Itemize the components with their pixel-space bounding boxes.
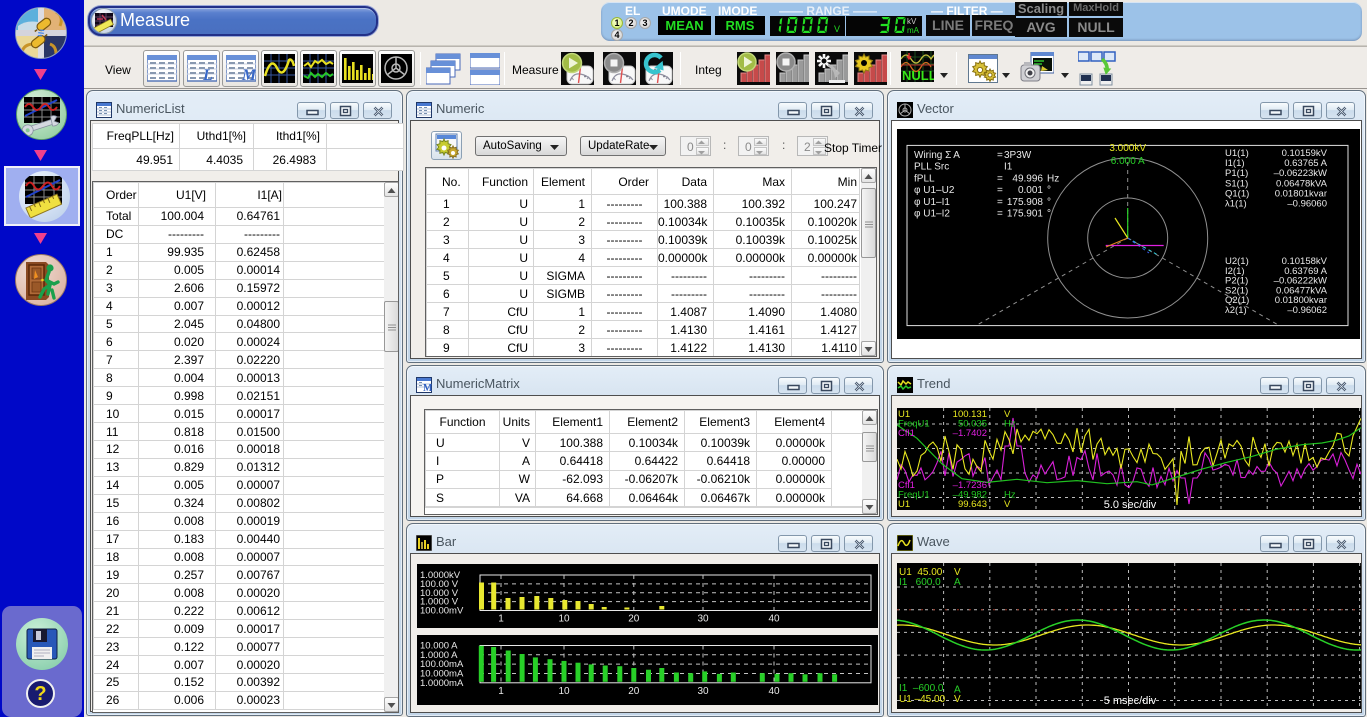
svg-text:=: = (997, 150, 1003, 161)
svg-text:Cfl1: Cfl1 (898, 428, 915, 439)
svg-text:°: ° (1047, 209, 1051, 220)
svg-text:I1: I1 (1004, 162, 1013, 173)
svg-text:°: ° (1047, 185, 1051, 196)
svg-text:–1.7402: –1.7402 (953, 428, 987, 439)
svg-text:φ U1–I2: φ U1–I2 (914, 209, 950, 220)
svg-text:5.0 sec/div: 5.0 sec/div (1104, 499, 1157, 510)
svg-text:I1 –600.0: I1 –600.0 (899, 683, 944, 694)
svg-text:99.643: 99.643 (958, 499, 987, 510)
svg-text:λ2(1): λ2(1) (1225, 305, 1247, 316)
svg-text:U1 –45.00: U1 –45.00 (899, 694, 946, 705)
svg-text:20: 20 (628, 686, 640, 697)
svg-text:1: 1 (498, 686, 504, 697)
svg-text:40: 40 (768, 686, 780, 697)
svg-text:=: = (997, 173, 1003, 184)
svg-text:30: 30 (697, 686, 709, 697)
svg-text:V: V (1004, 499, 1011, 510)
svg-text:φ U1–I1: φ U1–I1 (914, 197, 950, 208)
svg-text:M: M (241, 67, 256, 82)
svg-text:φ U1–U2: φ U1–U2 (914, 185, 955, 196)
svg-text:0.001: 0.001 (1018, 185, 1043, 196)
svg-text:40: 40 (768, 614, 780, 625)
svg-text:10: 10 (558, 686, 570, 697)
svg-text:30: 30 (697, 614, 709, 625)
svg-text:6.000 A: 6.000 A (1111, 156, 1145, 167)
svg-text:V: V (954, 694, 961, 705)
svg-text:=: = (997, 197, 1003, 208)
svg-text:Hz: Hz (1047, 173, 1059, 184)
svg-text:fPLL: fPLL (914, 173, 935, 184)
svg-text:175.908: 175.908 (1007, 197, 1044, 208)
svg-text:λ1(1): λ1(1) (1225, 199, 1247, 210)
svg-text:100.00mV: 100.00mV (420, 606, 464, 617)
svg-text:°: ° (1047, 197, 1051, 208)
svg-text:–0.96060: –0.96060 (1287, 199, 1327, 210)
svg-text:–0.96062: –0.96062 (1287, 305, 1327, 316)
svg-text:Hz: Hz (1004, 419, 1016, 430)
svg-text:20: 20 (628, 614, 640, 625)
svg-text:1.0000mA: 1.0000mA (420, 678, 464, 689)
svg-text:49.996: 49.996 (1012, 173, 1043, 184)
svg-text:3.000kV: 3.000kV (1109, 143, 1146, 154)
svg-text:M: M (423, 383, 432, 393)
svg-text:10: 10 (558, 614, 570, 625)
svg-text:U1: U1 (898, 499, 910, 510)
svg-text:Wiring Σ A: Wiring Σ A (914, 150, 960, 161)
svg-text:I1 600.0: I1 600.0 (899, 577, 941, 588)
svg-text:L: L (202, 67, 213, 82)
svg-text:5 msec/div: 5 msec/div (1104, 695, 1157, 707)
svg-text:3P3W: 3P3W (1004, 150, 1032, 161)
svg-text:175.901: 175.901 (1007, 209, 1044, 220)
svg-text:=: = (997, 209, 1003, 220)
svg-text:A: A (954, 577, 961, 588)
svg-text:1: 1 (498, 614, 504, 625)
svg-text:PLL Src: PLL Src (914, 162, 949, 173)
svg-text:=: = (997, 185, 1003, 196)
svg-text:NULL: NULL (902, 68, 934, 82)
